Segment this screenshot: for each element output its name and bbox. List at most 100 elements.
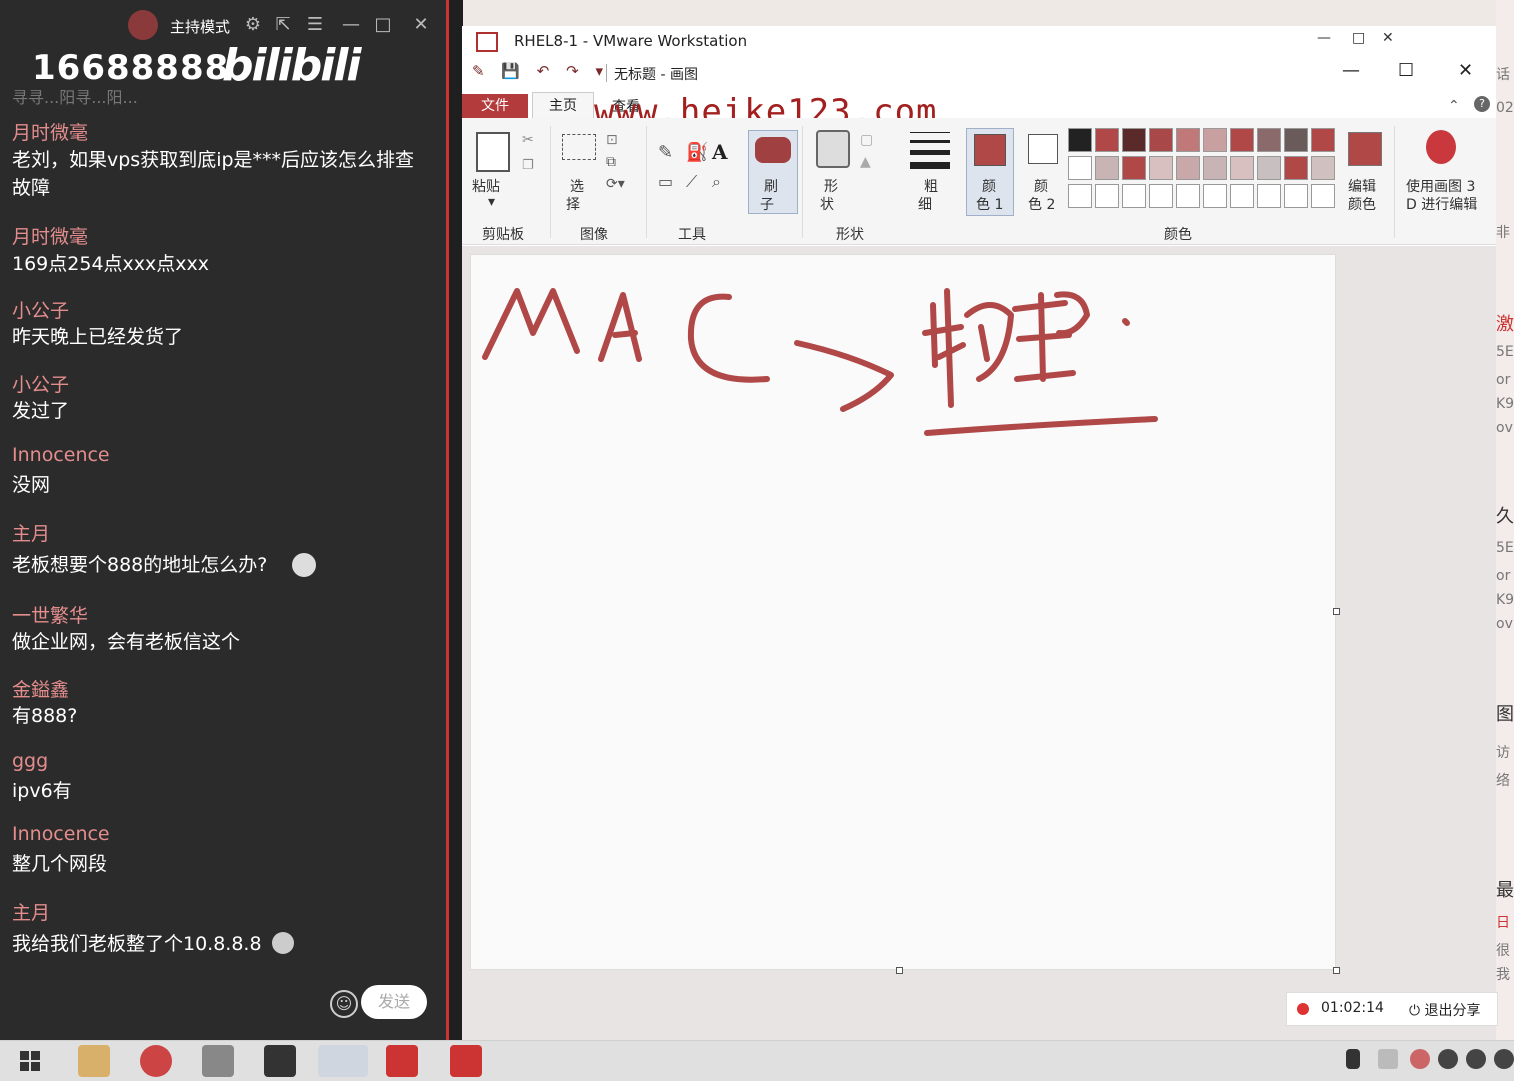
palette-swatch[interactable] <box>1203 156 1227 180</box>
color2-label-2[interactable]: 色 2 <box>1028 194 1055 214</box>
color1-label-2[interactable]: 色 1 <box>976 194 1003 214</box>
edit-colors-icon[interactable] <box>1348 132 1382 166</box>
palette-swatch[interactable] <box>1176 128 1200 152</box>
vmware-taskbar-icon[interactable] <box>202 1045 234 1077</box>
color2-swatch[interactable] <box>1028 134 1058 164</box>
tray-app-icon[interactable] <box>1410 1049 1430 1069</box>
vmware-minimize-button[interactable]: — <box>1317 30 1331 46</box>
select-icon[interactable] <box>562 134 596 160</box>
collapse-ribbon-icon[interactable]: ⌃ <box>1448 98 1460 114</box>
paint3d-label-2[interactable]: D 进行编辑 <box>1406 194 1477 214</box>
qq-icon[interactable] <box>1494 1049 1514 1069</box>
color1-label-1[interactable]: 颜 <box>982 176 996 196</box>
vmware-close-button[interactable]: ✕ <box>1382 30 1394 46</box>
palette-swatch[interactable] <box>1095 184 1119 208</box>
paste-label[interactable]: 粘贴 <box>472 176 500 196</box>
copy-icon[interactable]: ❐ <box>522 158 534 173</box>
palette-swatch[interactable] <box>1149 184 1173 208</box>
palette-swatch[interactable] <box>1149 128 1173 152</box>
qq-icon[interactable] <box>1466 1049 1486 1069</box>
paste-dropdown-icon[interactable]: ▾ <box>488 194 495 210</box>
palette-swatch[interactable] <box>1230 184 1254 208</box>
palette-swatch[interactable] <box>1257 128 1281 152</box>
palette-swatch[interactable] <box>1284 128 1308 152</box>
paint3d-label-1[interactable]: 使用画图 3 <box>1406 176 1475 196</box>
paint-taskbar-icon[interactable] <box>318 1045 368 1077</box>
tab-home[interactable]: 主页 <box>532 92 594 119</box>
menu-icon[interactable]: ☰ <box>304 14 326 36</box>
palette-swatch[interactable] <box>1122 156 1146 180</box>
palette-swatch[interactable] <box>1176 184 1200 208</box>
palette-swatch[interactable] <box>1122 184 1146 208</box>
pencil-icon[interactable]: ✎ <box>658 142 673 163</box>
fill-shape-icon[interactable]: ▲ <box>860 154 871 170</box>
shape-label-1[interactable]: 形 <box>824 176 838 196</box>
palette-swatch[interactable] <box>1122 128 1146 152</box>
tab-file[interactable]: 文件 <box>462 94 528 118</box>
paint-maximize-button[interactable]: ☐ <box>1398 60 1414 81</box>
fill-icon[interactable]: ⛽ <box>686 142 708 163</box>
select-label-1[interactable]: 选 <box>570 176 584 196</box>
eraser-icon[interactable]: ▭ <box>658 172 673 191</box>
color2-label-1[interactable]: 颜 <box>1034 176 1048 196</box>
brush-label-1[interactable]: 刷 <box>764 176 778 196</box>
tray-app-icon[interactable] <box>1378 1049 1398 1069</box>
paint3d-icon[interactable] <box>1426 130 1456 164</box>
edit-colors-label-1[interactable]: 编辑 <box>1348 176 1376 196</box>
windows-start-icon[interactable] <box>20 1051 40 1071</box>
palette-swatch[interactable] <box>1068 128 1092 152</box>
rotate-icon[interactable]: ⟳▾ <box>606 176 625 192</box>
palette-swatch[interactable] <box>1230 128 1254 152</box>
popout-icon[interactable]: ⇱ <box>272 14 294 36</box>
select-label-2[interactable]: 择 <box>566 194 580 214</box>
terminal-icon[interactable] <box>264 1045 296 1077</box>
palette-swatch[interactable] <box>1203 184 1227 208</box>
shape-label-2[interactable]: 状 <box>820 194 834 214</box>
palette-swatch[interactable] <box>1149 156 1173 180</box>
paint-close-button[interactable]: ✕ <box>1458 60 1473 81</box>
settings-icon[interactable]: ⚙ <box>242 14 264 36</box>
palette-swatch[interactable] <box>1095 128 1119 152</box>
crop-icon[interactable]: ⊡ <box>606 132 618 148</box>
close-icon[interactable]: ✕ <box>410 14 432 36</box>
magnifier-icon[interactable]: ⌕ <box>712 172 721 192</box>
vmware-maximize-button[interactable]: □ <box>1352 30 1365 46</box>
resize-icon[interactable]: ⧉ <box>606 154 616 170</box>
palette-swatch[interactable] <box>1284 156 1308 180</box>
qq-icon[interactable] <box>1438 1049 1458 1069</box>
paint-minimize-button[interactable]: — <box>1342 60 1360 81</box>
file-explorer-icon[interactable] <box>78 1045 110 1077</box>
emoji-icon[interactable]: ☺ <box>330 990 358 1018</box>
text-icon[interactable]: A <box>712 140 728 164</box>
brush-label-2[interactable]: 子 <box>760 194 774 214</box>
palette-swatch[interactable] <box>1176 156 1200 180</box>
host-avatar[interactable] <box>128 10 158 40</box>
palette-swatch[interactable] <box>1068 184 1092 208</box>
resize-handle-bottom[interactable] <box>896 967 903 974</box>
send-button[interactable]: 发送 <box>361 985 427 1019</box>
palette-swatch[interactable] <box>1257 156 1281 180</box>
minimize-icon[interactable]: — <box>340 14 362 36</box>
resize-handle-corner[interactable] <box>1333 967 1340 974</box>
size-label-1[interactable]: 粗 <box>924 176 938 196</box>
resize-handle-right[interactable] <box>1333 608 1340 615</box>
paste-icon[interactable] <box>476 132 510 172</box>
palette-swatch[interactable] <box>1311 156 1335 180</box>
outline-icon[interactable]: ▢ <box>860 132 873 148</box>
palette-swatch[interactable] <box>1311 184 1335 208</box>
palette-swatch[interactable] <box>1257 184 1281 208</box>
cut-icon[interactable]: ✂ <box>522 132 534 148</box>
edit-colors-label-2[interactable]: 颜色 <box>1348 194 1376 214</box>
palette-swatch[interactable] <box>1203 128 1227 152</box>
host-mode-label[interactable]: 主持模式 <box>170 16 230 37</box>
app-c2-icon[interactable] <box>450 1045 482 1077</box>
shapes-icon[interactable] <box>816 130 850 168</box>
microphone-icon[interactable] <box>1346 1049 1360 1069</box>
quick-access-toolbar[interactable]: ✎ 💾 ↶ ↷ ▾ <box>472 62 609 80</box>
maximize-icon[interactable]: □ <box>372 14 394 36</box>
app-c-icon[interactable] <box>386 1045 418 1077</box>
palette-swatch[interactable] <box>1095 156 1119 180</box>
exit-share-button[interactable]: ⏻ 退出分享 <box>1409 1000 1481 1020</box>
chrome-icon[interactable] <box>140 1045 172 1077</box>
palette-swatch[interactable] <box>1230 156 1254 180</box>
